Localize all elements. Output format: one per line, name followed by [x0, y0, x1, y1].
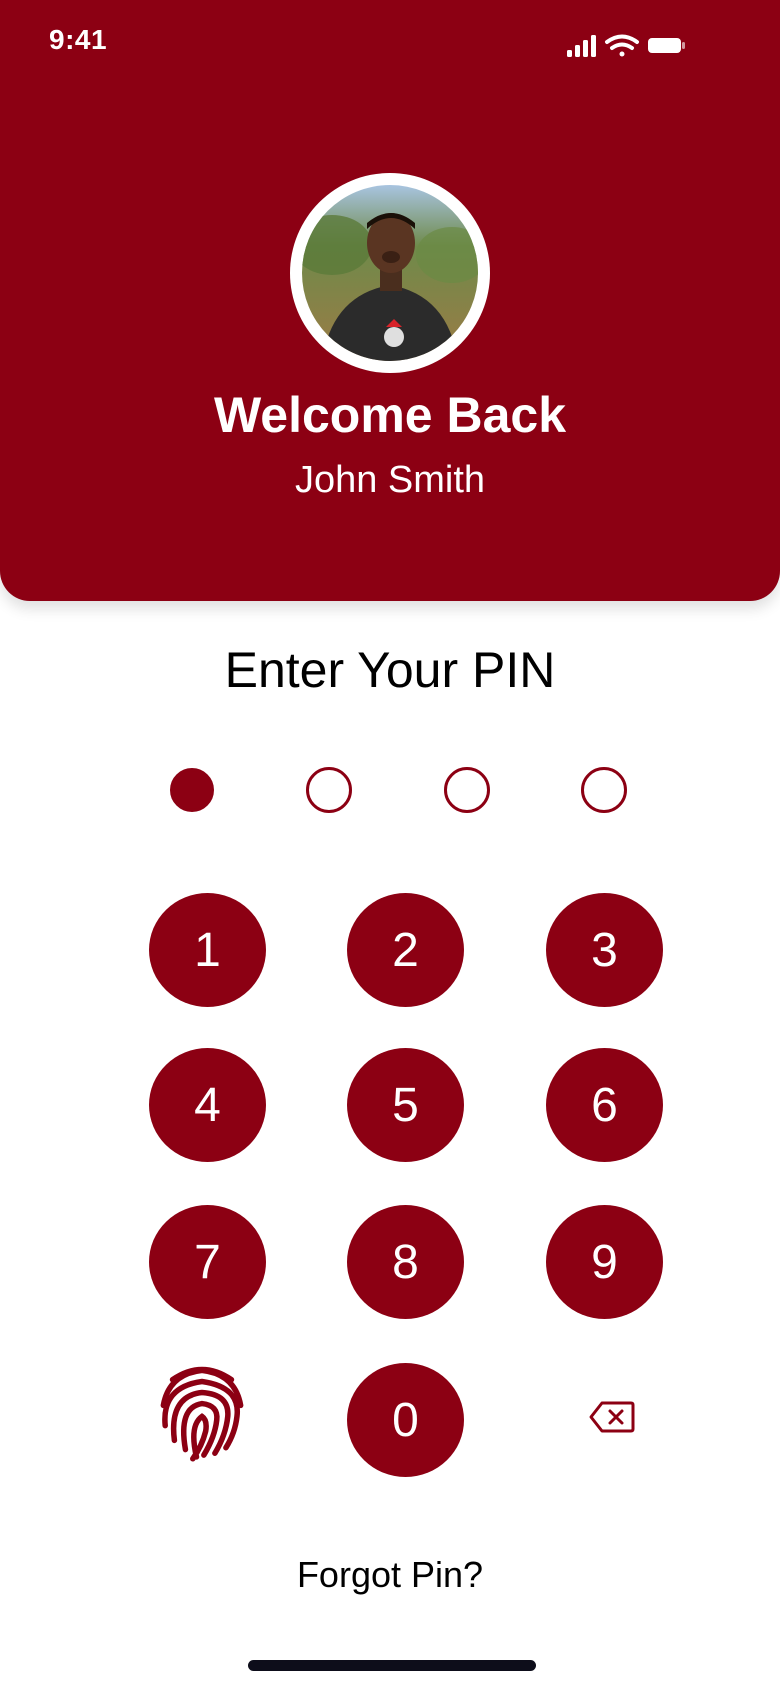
battery-icon — [648, 38, 685, 53]
avatar — [302, 185, 478, 361]
key-8[interactable]: 8 — [347, 1205, 464, 1319]
avatar-ring — [290, 173, 490, 373]
key-0[interactable]: 0 — [347, 1363, 464, 1477]
welcome-title: Welcome Back — [213, 387, 567, 443]
avatar-photo — [302, 185, 478, 361]
pin-dot-4 — [581, 767, 627, 813]
pin-dot-3 — [444, 767, 490, 813]
pin-dot-1 — [170, 768, 214, 812]
forgot-pin-link[interactable]: Forgot Pin? — [0, 1554, 780, 1596]
key-5[interactable]: 5 — [347, 1048, 464, 1162]
backspace-icon[interactable] — [588, 1400, 636, 1434]
key-3[interactable]: 3 — [546, 893, 663, 1007]
status-icons — [567, 34, 685, 57]
user-name: John Smith — [294, 459, 486, 501]
pin-title: Enter Your PIN — [224, 642, 556, 698]
home-indicator[interactable] — [248, 1660, 536, 1671]
key-2[interactable]: 2 — [347, 893, 464, 1007]
key-1[interactable]: 1 — [149, 893, 266, 1007]
fingerprint-icon[interactable] — [156, 1358, 248, 1462]
key-7[interactable]: 7 — [149, 1205, 266, 1319]
status-time: 9:41 — [49, 24, 108, 55]
key-6[interactable]: 6 — [546, 1048, 663, 1162]
signal-icon — [567, 35, 596, 57]
key-9[interactable]: 9 — [546, 1205, 663, 1319]
key-4[interactable]: 4 — [149, 1048, 266, 1162]
profile-header: 9:41 Welcome Back John Smith — [0, 0, 780, 601]
pin-dot-2 — [306, 767, 352, 813]
wifi-icon — [605, 34, 639, 57]
